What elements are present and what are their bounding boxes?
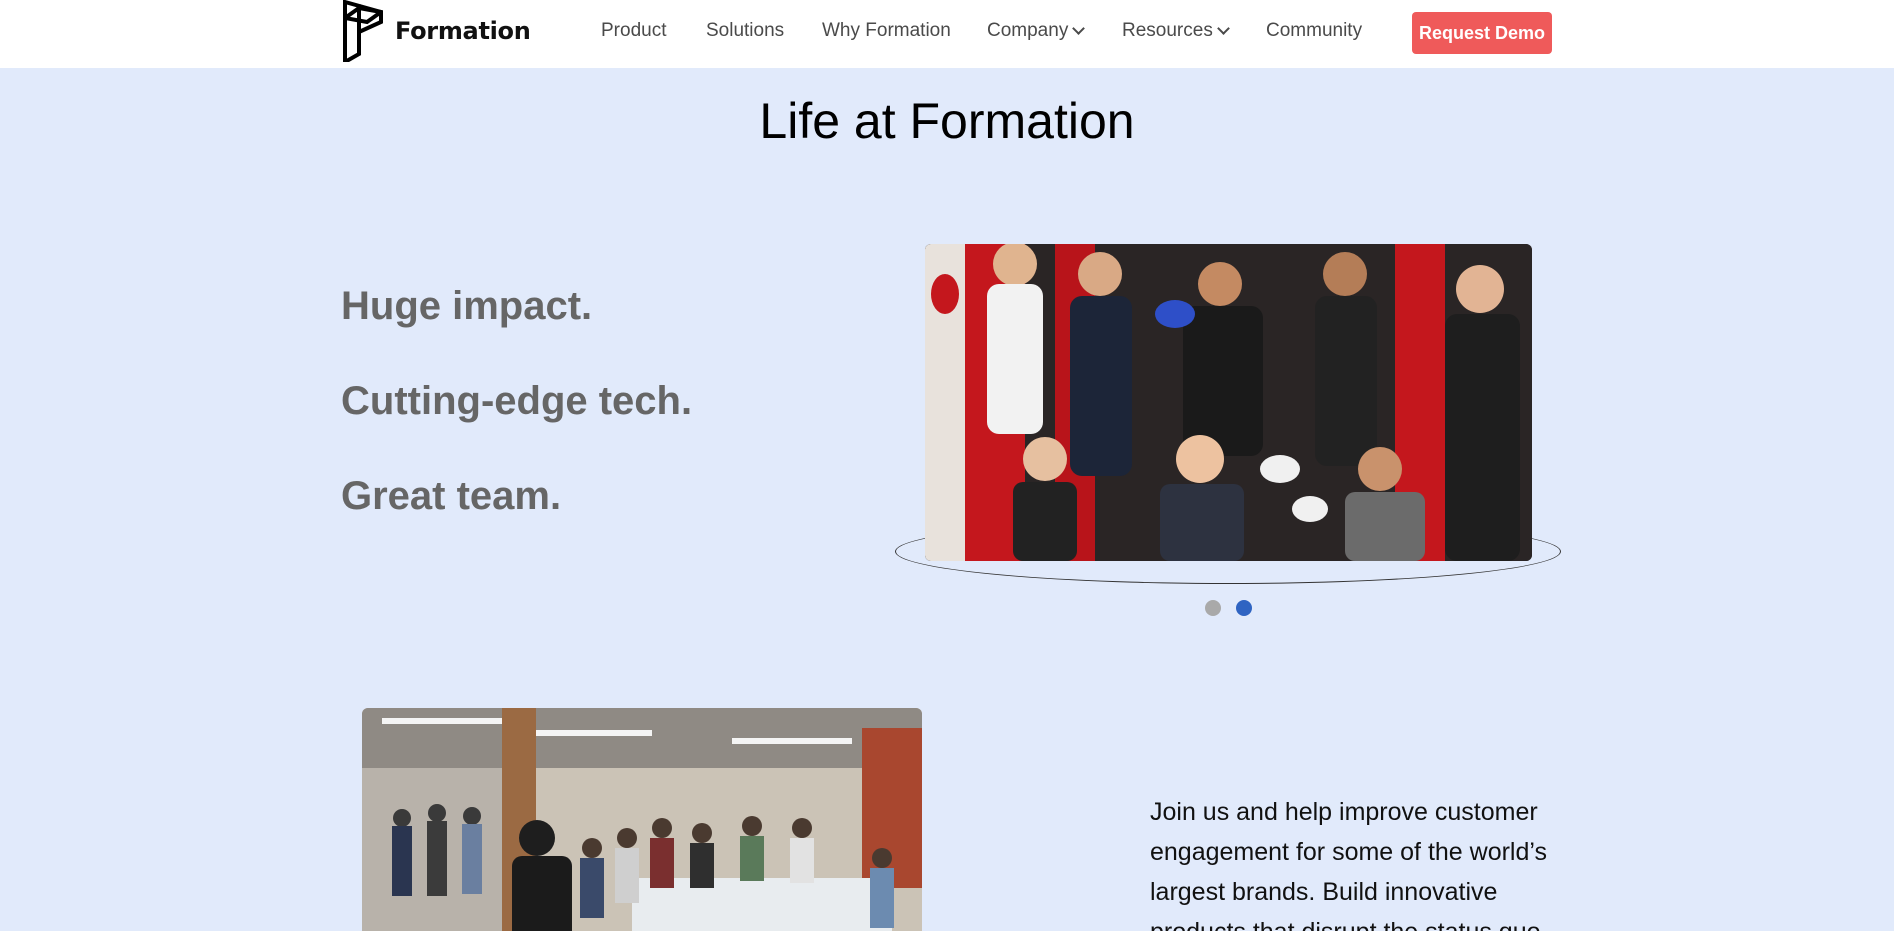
nav-item-company[interactable]: Company [987,20,1086,42]
nav-item-community[interactable]: Community [1266,20,1362,42]
nav-item-resources[interactable]: Resources [1122,20,1230,42]
nav-item-solutions[interactable]: Solutions [706,20,784,42]
office-photo [362,708,922,931]
chevron-down-icon [1216,22,1230,35]
nav-item-product[interactable]: Product [601,20,666,42]
chevron-down-icon [1072,22,1086,35]
formation-logo-icon [341,0,383,62]
brand-logo[interactable]: Formation [341,0,531,62]
join-us-paragraph: Join us and help improve customer engage… [1150,798,1547,931]
tagline-tech: Cutting-edge tech. [341,379,693,423]
tagline-team: Great team. [341,474,562,518]
top-nav: Formation Product Solutions Why Formatio… [0,0,1894,68]
tagline-impact: Huge impact. [341,284,593,328]
carousel-dot-2[interactable] [1236,600,1252,616]
carousel-dot-1[interactable] [1205,600,1221,616]
nav-item-why-formation[interactable]: Why Formation [822,20,951,42]
page-title: Life at Formation [759,93,1135,149]
carousel-image-team-photo [925,244,1532,561]
nav-item-company-label: Company [987,20,1069,41]
request-demo-button[interactable]: Request Demo [1412,12,1552,54]
nav-item-resources-label: Resources [1122,20,1213,41]
brand-name: Formation [395,17,531,45]
